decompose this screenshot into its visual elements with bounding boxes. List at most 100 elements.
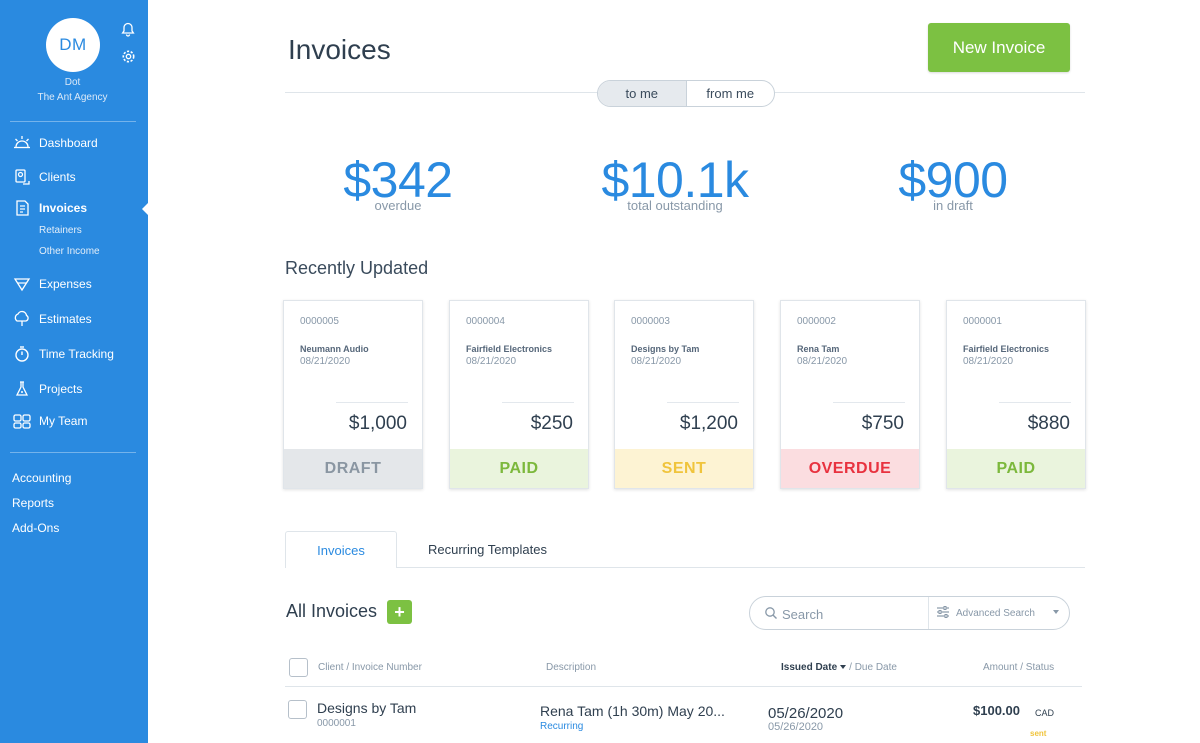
direction-toggle: to me from me — [597, 80, 775, 107]
avatar[interactable]: DM — [46, 18, 100, 72]
card-amount: $750 — [861, 413, 904, 434]
invoice-icon — [12, 198, 32, 218]
clients-icon — [12, 167, 32, 187]
advanced-search-label: Advanced Search — [956, 608, 1035, 619]
sidebar-item-reports[interactable]: Reports — [12, 496, 54, 510]
card-client: Neumann Audio — [300, 344, 369, 354]
estimates-icon — [12, 309, 32, 329]
stat-draft-label: in draft — [933, 198, 973, 213]
column-amount-status[interactable]: Amount / Status — [983, 662, 1054, 673]
search-bar: Advanced Search — [749, 596, 1070, 630]
row-amount: $100.00 — [973, 703, 1020, 718]
tab-recurring-templates[interactable]: Recurring Templates — [410, 531, 565, 568]
sidebar-item-label: Projects — [39, 382, 83, 396]
card-date: 08/21/2020 — [466, 356, 517, 367]
sidebar-item-label: Estimates — [39, 312, 92, 326]
card-status-badge: SENT — [615, 449, 753, 488]
card-divider — [502, 402, 574, 403]
search-icon — [764, 606, 778, 620]
toggle-from-me[interactable]: from me — [687, 81, 775, 106]
invoice-card[interactable]: 0000002 Rena Tam 08/21/2020 $750 OVERDUE — [780, 300, 920, 489]
sidebar-item-my-team[interactable]: My Team — [12, 410, 87, 432]
row-checkbox[interactable] — [288, 700, 307, 719]
card-amount: $250 — [530, 413, 573, 434]
page-title: Invoices — [288, 34, 391, 65]
card-date: 08/21/2020 — [300, 356, 351, 367]
expenses-icon — [12, 274, 32, 294]
sort-caret-icon — [840, 664, 847, 669]
search-input[interactable] — [782, 604, 922, 624]
card-divider — [999, 402, 1071, 403]
sidebar-item-label: Dashboard — [39, 136, 98, 150]
column-client[interactable]: Client / Invoice Number — [318, 662, 422, 673]
sidebar-item-expenses[interactable]: Expenses — [12, 273, 92, 295]
sidebar-divider — [10, 452, 136, 453]
all-invoices-title: All Invoices — [286, 601, 378, 621]
recently-updated-title: Recently Updated — [285, 258, 429, 278]
row-client: Designs by Tam — [317, 700, 417, 716]
toggle-to-me[interactable]: to me — [598, 81, 687, 106]
row-issued-date: 05/26/2020 — [768, 705, 844, 722]
sidebar-item-add-ons[interactable]: Add-Ons — [12, 521, 59, 535]
card-date: 08/21/2020 — [631, 356, 682, 367]
column-dates[interactable]: Issued Date / Due Date — [781, 662, 897, 673]
bell-icon[interactable] — [120, 21, 136, 37]
add-invoice-button[interactable]: + — [387, 600, 412, 624]
sidebar-item-invoices[interactable]: Invoices — [12, 197, 87, 219]
new-invoice-button[interactable]: New Invoice — [928, 23, 1070, 72]
sidebar-item-estimates[interactable]: Estimates — [12, 308, 92, 330]
card-date: 08/21/2020 — [797, 356, 848, 367]
card-invoice-number: 0000002 — [797, 316, 836, 327]
row-status: sent — [1030, 729, 1047, 738]
card-client: Designs by Tam — [631, 344, 700, 354]
column-due-date[interactable]: / Due Date — [849, 662, 897, 673]
sidebar-item-clients[interactable]: Clients — [12, 166, 76, 188]
invoice-card[interactable]: 0000004 Fairfield Electronics 08/21/2020… — [449, 300, 589, 489]
table-header-divider — [285, 686, 1082, 687]
user-name: Dot — [64, 77, 81, 88]
sidebar: DM Dot The Ant Agency Dashboard Clients … — [0, 0, 149, 743]
tabs-divider — [397, 567, 1085, 568]
chevron-down-icon[interactable] — [1053, 610, 1059, 614]
sunrise-icon — [12, 133, 32, 153]
sidebar-item-accounting[interactable]: Accounting — [12, 471, 71, 485]
sidebar-item-dashboard[interactable]: Dashboard — [12, 132, 98, 154]
card-status-badge: PAID — [450, 449, 588, 488]
invoice-card[interactable]: 0000003 Designs by Tam 08/21/2020 $1,200… — [614, 300, 754, 489]
column-issued-date[interactable]: Issued Date — [781, 662, 837, 673]
card-status-badge: PAID — [947, 449, 1085, 488]
gear-icon[interactable] — [120, 48, 136, 64]
user-org: The Ant Agency — [37, 92, 108, 103]
card-date: 08/21/2020 — [963, 356, 1014, 367]
row-currency: CAD — [1035, 708, 1055, 718]
row-recurring-tag: Recurring — [540, 721, 584, 732]
column-description[interactable]: Description — [546, 662, 596, 673]
card-invoice-number: 0000005 — [300, 316, 339, 327]
select-all-checkbox[interactable] — [289, 658, 308, 677]
card-amount: $1,200 — [679, 413, 738, 434]
sidebar-subitem-retainers[interactable]: Retainers — [39, 225, 82, 236]
sidebar-subitem-other-income[interactable]: Other Income — [39, 246, 100, 257]
card-divider — [833, 402, 905, 403]
sidebar-item-projects[interactable]: Projects — [12, 378, 82, 400]
row-invoice-number: 0000001 — [317, 718, 356, 729]
sidebar-item-label: Clients — [39, 170, 76, 184]
card-status-badge: DRAFT — [284, 449, 422, 488]
invoice-card[interactable]: 0000001 Fairfield Electronics 08/21/2020… — [946, 300, 1086, 489]
clock-icon — [12, 344, 32, 364]
stat-outstanding-label: total outstanding — [627, 198, 723, 213]
flask-icon — [12, 379, 32, 399]
sidebar-item-time-tracking[interactable]: Time Tracking — [12, 343, 114, 365]
card-client: Rena Tam — [797, 344, 840, 354]
sidebar-item-label: Invoices — [39, 201, 88, 215]
invoice-card[interactable]: 0000005 Neumann Audio 08/21/2020 $1,000 … — [283, 300, 423, 489]
card-invoice-number: 0000003 — [631, 316, 670, 327]
row-description: Rena Tam (1h 30m) May 20... — [540, 703, 725, 719]
card-amount: $1,000 — [348, 413, 407, 434]
search-divider — [928, 597, 929, 629]
advanced-search-button[interactable]: Advanced Search — [936, 606, 1035, 621]
row-due-date: 05/26/2020 — [768, 721, 824, 733]
active-pointer — [142, 202, 149, 216]
sidebar-item-label: My Team — [39, 414, 88, 428]
tab-invoices[interactable]: Invoices — [285, 531, 397, 568]
